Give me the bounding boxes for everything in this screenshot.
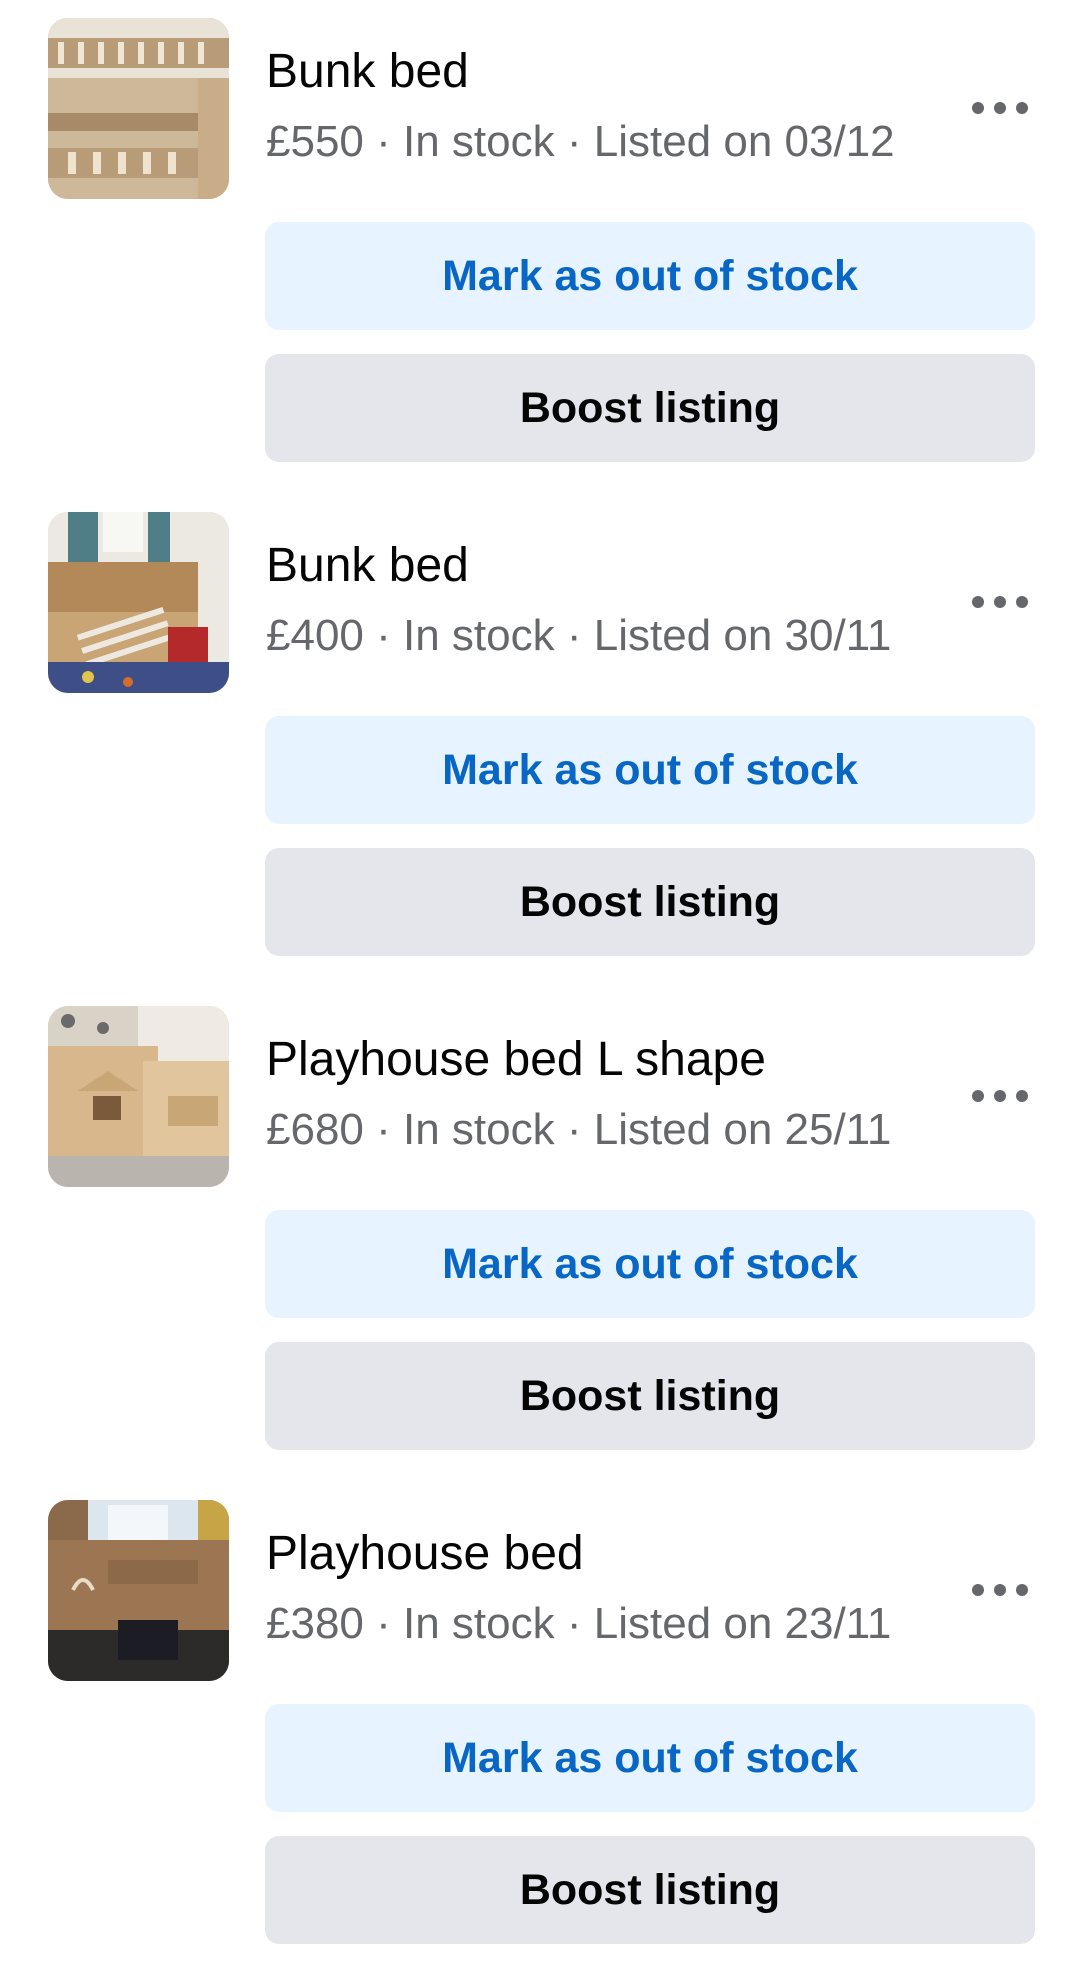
meta-separator: · (554, 1599, 594, 1648)
meta-separator: · (554, 117, 594, 166)
meta-separator: · (554, 611, 594, 660)
more-options-button[interactable] (950, 1554, 1050, 1626)
listing-date: Listed on 03/12 (593, 117, 895, 166)
boost-listing-button[interactable]: Boost listing (265, 848, 1035, 956)
more-dots-icon (1016, 1584, 1028, 1596)
listing-price: £400 (266, 611, 364, 660)
boost-listing-button[interactable]: Boost listing (265, 354, 1035, 462)
more-dots-icon (994, 1584, 1006, 1596)
listing-meta: £380 · In stock · Listed on 23/11 (266, 1596, 891, 1652)
listing-item: Playhouse bed £380 · In stock · Listed o… (0, 1482, 1080, 1962)
more-dots-icon (994, 102, 1006, 114)
mark-out-of-stock-button[interactable]: Mark as out of stock (265, 222, 1035, 330)
listing-item: Playhouse bed L shape £680 · In stock · … (0, 988, 1080, 1468)
bunk-bed-photo-icon (48, 512, 229, 693)
more-dots-icon (972, 102, 984, 114)
boost-listing-button[interactable]: Boost listing (265, 1342, 1035, 1450)
meta-separator: · (363, 1599, 403, 1648)
listing-thumbnail[interactable] (48, 1006, 229, 1187)
listing-title: Playhouse bed (266, 1527, 584, 1580)
more-dots-icon (972, 596, 984, 608)
meta-separator: · (554, 1105, 594, 1154)
listing-meta: £680 · In stock · Listed on 25/11 (266, 1102, 891, 1158)
more-dots-icon (972, 1584, 984, 1596)
listing-date: Listed on 25/11 (593, 1105, 892, 1154)
listing-price: £380 (266, 1599, 364, 1648)
listing-meta: £550 · In stock · Listed on 03/12 (266, 114, 895, 170)
listing-stock-status: In stock (403, 1599, 555, 1648)
listing-price: £680 (266, 1105, 364, 1154)
meta-separator: · (363, 611, 403, 660)
listing-meta: £400 · In stock · Listed on 30/11 (266, 608, 891, 664)
more-dots-icon (1016, 102, 1028, 114)
meta-separator: · (363, 1105, 403, 1154)
listing-date: Listed on 23/11 (593, 1599, 892, 1648)
more-dots-icon (1016, 596, 1028, 608)
boost-listing-button[interactable]: Boost listing (265, 1836, 1035, 1944)
more-dots-icon (1016, 1090, 1028, 1102)
listing-date: Listed on 30/11 (593, 611, 892, 660)
listing-thumbnail[interactable] (48, 18, 229, 199)
more-dots-icon (994, 1090, 1006, 1102)
listing-stock-status: In stock (403, 611, 555, 660)
listing-item: Bunk bed £400 · In stock · Listed on 30/… (0, 494, 1080, 974)
listing-thumbnail[interactable] (48, 512, 229, 693)
listing-item: Bunk bed £550 · In stock · Listed on 03/… (0, 0, 1080, 480)
listing-thumbnail[interactable] (48, 1500, 229, 1681)
more-options-button[interactable] (950, 72, 1050, 144)
listing-title: Bunk bed (266, 539, 469, 592)
mark-out-of-stock-button[interactable]: Mark as out of stock (265, 1704, 1035, 1812)
meta-separator: · (363, 117, 403, 166)
playhouse-bed-photo-icon (48, 1006, 229, 1187)
listing-price: £550 (266, 117, 364, 166)
mark-out-of-stock-button[interactable]: Mark as out of stock (265, 1210, 1035, 1318)
more-options-button[interactable] (950, 1060, 1050, 1132)
listing-title: Playhouse bed L shape (266, 1033, 766, 1086)
more-dots-icon (994, 596, 1006, 608)
bunk-bed-photo-icon (48, 18, 229, 199)
more-dots-icon (972, 1090, 984, 1102)
more-options-button[interactable] (950, 566, 1050, 638)
mark-out-of-stock-button[interactable]: Mark as out of stock (265, 716, 1035, 824)
listing-title: Bunk bed (266, 45, 469, 98)
listing-stock-status: In stock (403, 1105, 555, 1154)
listing-stock-status: In stock (403, 117, 555, 166)
playhouse-bed-photo-icon (48, 1500, 229, 1681)
